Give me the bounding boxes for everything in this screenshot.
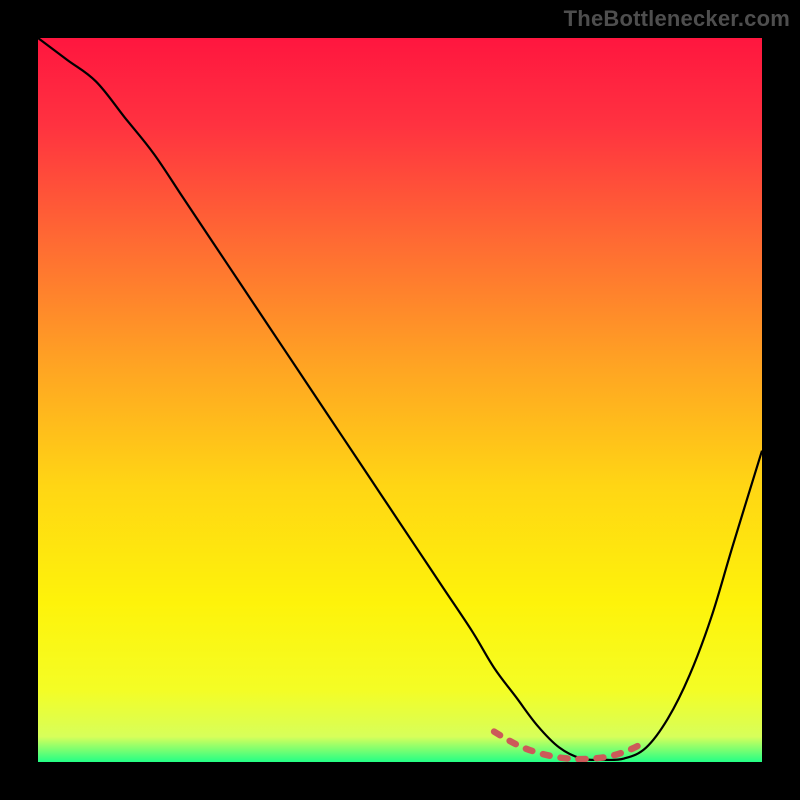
chart-svg: [38, 38, 762, 762]
attribution-text: TheBottlenecker.com: [564, 6, 790, 32]
gradient-background: [38, 38, 762, 762]
chart-frame: TheBottlenecker.com: [0, 0, 800, 800]
plot-area: [38, 38, 762, 762]
